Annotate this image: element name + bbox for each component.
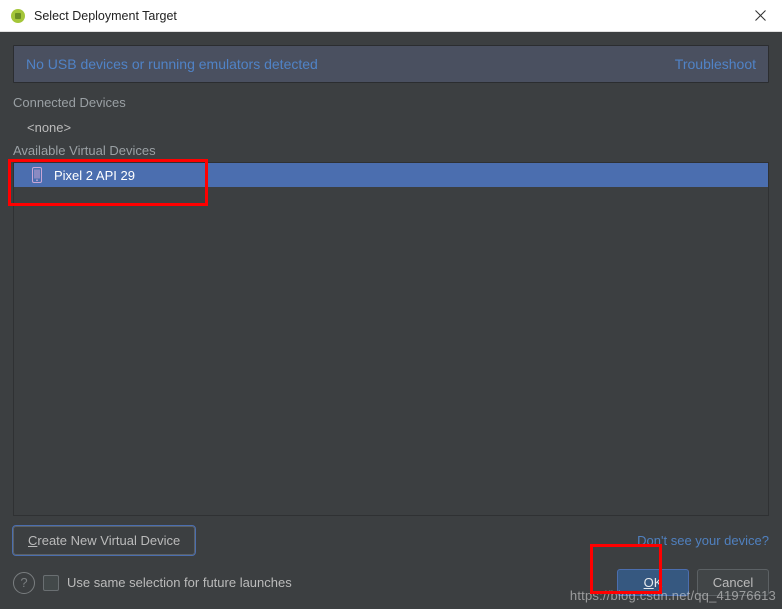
- device-list: Pixel 2 API 29: [13, 162, 769, 516]
- create-new-virtual-device-button[interactable]: Create New Virtual Device: [13, 526, 195, 555]
- footer-row: ? Use same selection for future launches…: [13, 569, 769, 596]
- android-studio-icon: [10, 8, 26, 24]
- available-virtual-devices-label: Available Virtual Devices: [13, 143, 769, 158]
- footer-right: OK Cancel: [617, 569, 769, 596]
- device-name: Pixel 2 API 29: [54, 168, 135, 183]
- dialog-body: No USB devices or running emulators dete…: [0, 32, 782, 609]
- connected-none: <none>: [13, 114, 769, 141]
- ok-button[interactable]: OK: [617, 569, 689, 596]
- title-bar: Select Deployment Target: [0, 0, 782, 32]
- bottom-strip: Create New Virtual Device Don't see your…: [13, 526, 769, 555]
- cancel-button[interactable]: Cancel: [697, 569, 769, 596]
- footer-left: ? Use same selection for future launches: [13, 572, 292, 594]
- window-title: Select Deployment Target: [34, 9, 748, 23]
- troubleshoot-link[interactable]: Troubleshoot: [675, 56, 756, 72]
- use-same-checkbox[interactable]: [43, 575, 59, 591]
- warning-message: No USB devices or running emulators dete…: [26, 56, 318, 72]
- use-same-label: Use same selection for future launches: [67, 575, 292, 590]
- warning-banner: No USB devices or running emulators dete…: [13, 45, 769, 83]
- virtual-device-row[interactable]: Pixel 2 API 29: [14, 163, 768, 187]
- connected-devices-label: Connected Devices: [13, 95, 769, 110]
- help-button[interactable]: ?: [13, 572, 35, 594]
- dont-see-device-link[interactable]: Don't see your device?: [637, 533, 769, 548]
- phone-icon: [30, 167, 44, 183]
- close-button[interactable]: [748, 4, 772, 28]
